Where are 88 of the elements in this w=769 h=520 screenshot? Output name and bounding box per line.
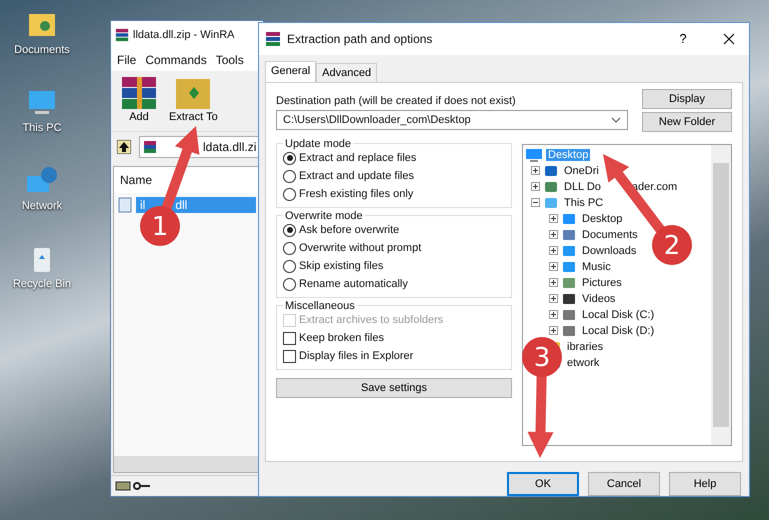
menu-item[interactable]: Tools <box>216 53 244 67</box>
option-label: Ask before overwrite <box>299 224 400 236</box>
tree-item[interactable]: Local Disk (C:) <box>580 308 656 321</box>
collapse-icon[interactable] <box>531 198 540 208</box>
dialog-button[interactable]: OK <box>507 472 579 496</box>
expand-icon[interactable] <box>549 230 558 240</box>
side-button[interactable]: Display <box>642 88 732 109</box>
group-title: Miscellaneous <box>284 300 356 312</box>
books-stack-icon <box>119 75 159 111</box>
file-icon <box>118 197 132 213</box>
menu-item[interactable]: File <box>117 53 136 67</box>
vertical-scrollbar[interactable] <box>711 144 731 445</box>
column-header[interactable]: Name <box>114 167 260 193</box>
checkbox[interactable] <box>283 350 296 363</box>
tree-item[interactable]: DLL Do <box>562 180 603 193</box>
option-label: Extract and update files <box>299 170 414 182</box>
chevron-down-icon <box>611 116 621 123</box>
tree-item[interactable]: Videos <box>580 292 618 305</box>
tree-item[interactable]: This PC <box>562 196 606 209</box>
tab[interactable]: Advanced <box>316 62 378 82</box>
close-icon <box>723 32 735 45</box>
option-label: Extract and replace files <box>299 152 416 164</box>
option-label: Display files in Explorer <box>299 350 414 362</box>
tree-item[interactable]: etwork <box>565 356 602 369</box>
side-button[interactable]: New Folder <box>642 112 732 132</box>
desktop-icon-label: Network <box>22 200 62 212</box>
archive-icon <box>143 140 157 154</box>
expand-icon[interactable] <box>531 182 540 192</box>
tree-item[interactable]: OneDri <box>562 164 601 177</box>
drive-key-icon <box>115 480 151 492</box>
file-name: dll <box>175 198 188 212</box>
tree-item[interactable]: ibraries <box>565 340 606 353</box>
radio-button[interactable] <box>283 278 296 291</box>
expand-icon[interactable] <box>531 166 540 176</box>
dialog-button[interactable]: Cancel <box>588 472 660 496</box>
destination-path-field[interactable]: C:\Users\DllDownloader_com\Desktop <box>276 110 628 130</box>
dialog-button[interactable]: Help <box>669 472 741 496</box>
option-label: Rename automatically <box>299 278 408 290</box>
step-badge <box>652 225 692 265</box>
radio-button[interactable] <box>283 170 296 183</box>
tree-item[interactable]: Downloads <box>580 244 638 257</box>
tree-item[interactable]: Pictures <box>580 276 624 289</box>
desktop-icon-label: This PC <box>22 122 62 134</box>
option-label: Extract archives to subfolders <box>299 314 444 326</box>
dialog-title: Extraction path and options <box>287 32 434 46</box>
expand-icon[interactable] <box>549 310 558 320</box>
tree-item-text: ader.com <box>632 180 678 193</box>
step-number: 1 <box>152 212 168 242</box>
file-name: il <box>140 198 146 212</box>
radio-button[interactable] <box>283 242 296 255</box>
radio-button[interactable] <box>283 260 296 273</box>
option-label: Overwrite without prompt <box>299 242 422 254</box>
step-number: 3 <box>534 343 550 373</box>
step-number: 2 <box>664 231 680 261</box>
archive-icon <box>115 28 129 42</box>
expand-icon[interactable] <box>549 278 558 288</box>
save-settings-button[interactable]: Save settings <box>276 378 512 398</box>
group-title: Update mode <box>284 138 352 150</box>
toolbar-button[interactable]: Extract To <box>167 75 220 127</box>
radio-button[interactable] <box>283 224 296 237</box>
window-title: lldata.dll.zip - WinRA <box>133 29 234 41</box>
option-label: Skip existing files <box>299 260 384 272</box>
help-button[interactable]: ? <box>663 30 703 48</box>
archive-icon <box>265 30 281 47</box>
group-title: Overwrite mode <box>284 210 364 222</box>
expand-icon[interactable] <box>549 214 558 224</box>
expand-icon[interactable] <box>549 326 558 336</box>
tree-item[interactable]: Desktop <box>580 212 624 225</box>
expand-icon[interactable] <box>549 262 558 272</box>
option-label: Keep broken files <box>299 332 384 344</box>
radio-button[interactable] <box>283 152 296 165</box>
option-label: Fresh existing files only <box>299 188 414 200</box>
tree-item[interactable]: Music <box>580 260 613 273</box>
desktop-icon-label: Documents <box>14 44 70 56</box>
tree-item[interactable]: Documents <box>580 228 640 241</box>
horizontal-scrollbar[interactable] <box>114 456 260 472</box>
desktop-icon-label: Recycle Bin <box>12 278 72 290</box>
up-folder-button[interactable] <box>115 138 133 156</box>
expand-icon[interactable] <box>549 246 558 256</box>
menu-item[interactable]: Commands <box>145 53 207 67</box>
destination-label: Destination path (will be created if does not exist) <box>276 94 517 107</box>
tree-item[interactable]: Local Disk (D:) <box>580 324 656 337</box>
toolbar-button[interactable]: Add <box>117 75 161 127</box>
radio-button[interactable] <box>283 188 296 201</box>
checkbox[interactable] <box>283 332 296 345</box>
step-badge <box>522 337 562 377</box>
tab[interactable]: General <box>265 60 316 82</box>
expand-icon[interactable] <box>549 294 558 304</box>
